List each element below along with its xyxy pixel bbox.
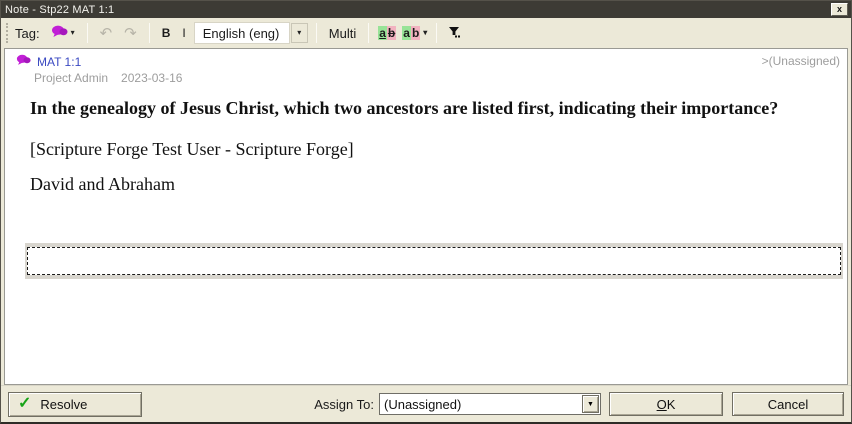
highlight-icon: ab <box>402 26 420 40</box>
note-date: 2023-03-16 <box>121 71 182 85</box>
tag-dropdown-button[interactable]: ▾ <box>45 23 81 43</box>
note-dialog-window: Note - Stp22 MAT 1:1 x Tag: ▾ ↶ ↷ <box>0 0 852 424</box>
remove-formatting-icon: ab <box>378 26 396 40</box>
note-reference: MAT 1:1 <box>16 54 81 69</box>
note-header: MAT 1:1 >(Unassigned) <box>5 49 847 69</box>
filter-icon <box>449 26 461 41</box>
highlight-dropdown-button[interactable]: ab ▾ <box>399 24 430 42</box>
remove-formatting-button[interactable]: ab <box>375 24 399 42</box>
window-title: Note - Stp22 MAT 1:1 <box>5 4 831 16</box>
toolbar-separator <box>436 23 437 43</box>
language-select[interactable]: English (eng) ▾ <box>194 22 308 44</box>
bold-button[interactable]: B <box>156 24 177 42</box>
language-value: English (eng) <box>194 22 290 44</box>
undo-button[interactable]: ↶ <box>94 24 119 43</box>
toolbar-separator <box>87 23 88 43</box>
answer-text: David and Abraham <box>30 174 829 195</box>
assign-to-select[interactable]: (Unassigned) ▼ <box>379 393 601 415</box>
toolbar-separator <box>368 23 369 43</box>
redo-icon: ↷ <box>124 26 137 41</box>
reply-input[interactable] <box>27 247 841 275</box>
assigned-status: >(Unassigned) <box>762 54 840 68</box>
close-icon: x <box>837 5 842 14</box>
chevron-down-icon: ▾ <box>423 29 427 37</box>
undo-icon: ↶ <box>100 26 113 41</box>
bold-icon: B <box>162 26 171 40</box>
cancel-label: Cancel <box>768 397 808 412</box>
toolbar-grip[interactable] <box>6 23 9 43</box>
note-content-pane: MAT 1:1 >(Unassigned) Project Admin 2023… <box>4 48 848 385</box>
redo-button[interactable]: ↷ <box>118 24 143 43</box>
toolbar-separator <box>316 23 317 43</box>
resolve-label: Resolve <box>40 397 87 412</box>
multi-label: Multi <box>329 26 356 41</box>
toolbar-separator <box>149 23 150 43</box>
reply-area <box>25 243 843 279</box>
titlebar[interactable]: Note - Stp22 MAT 1:1 x <box>1 1 851 18</box>
filter-button[interactable] <box>443 24 467 43</box>
assign-dropdown-button[interactable]: ▼ <box>582 395 599 413</box>
check-icon: ✓ <box>18 396 31 412</box>
cancel-button[interactable]: Cancel <box>732 392 844 416</box>
question-text: In the genealogy of Jesus Christ, which … <box>30 92 829 125</box>
assign-to-value: (Unassigned) <box>380 397 582 412</box>
tag-label: Tag: <box>15 26 40 41</box>
close-button[interactable]: x <box>831 3 848 16</box>
chevron-down-icon: ▾ <box>297 29 301 37</box>
attribution-text: [Scripture Forge Test User - Scripture F… <box>30 139 829 160</box>
chevron-down-icon: ▾ <box>71 29 75 37</box>
note-icon <box>16 54 31 69</box>
tag-comment-icon <box>51 25 68 41</box>
note-toolbar: Tag: ▾ ↶ ↷ B I English (eng) <box>1 18 851 48</box>
note-author: Project Admin <box>34 71 108 85</box>
italic-button[interactable]: I <box>176 24 191 42</box>
multi-button[interactable]: Multi <box>323 24 362 43</box>
italic-icon: I <box>182 26 185 40</box>
reference-label: MAT 1:1 <box>37 55 81 69</box>
dialog-footer: ✓ Resolve Assign To: (Unassigned) ▼ OK C… <box>1 385 851 422</box>
note-byline: Project Admin 2023-03-16 <box>5 71 847 85</box>
dropdown-arrow-icon: ▼ <box>587 401 594 408</box>
assign-to-label: Assign To: <box>314 397 374 412</box>
language-dropdown-button[interactable]: ▾ <box>291 23 308 43</box>
ok-button[interactable]: OK <box>609 392 723 416</box>
resolve-button[interactable]: ✓ Resolve <box>8 392 142 417</box>
